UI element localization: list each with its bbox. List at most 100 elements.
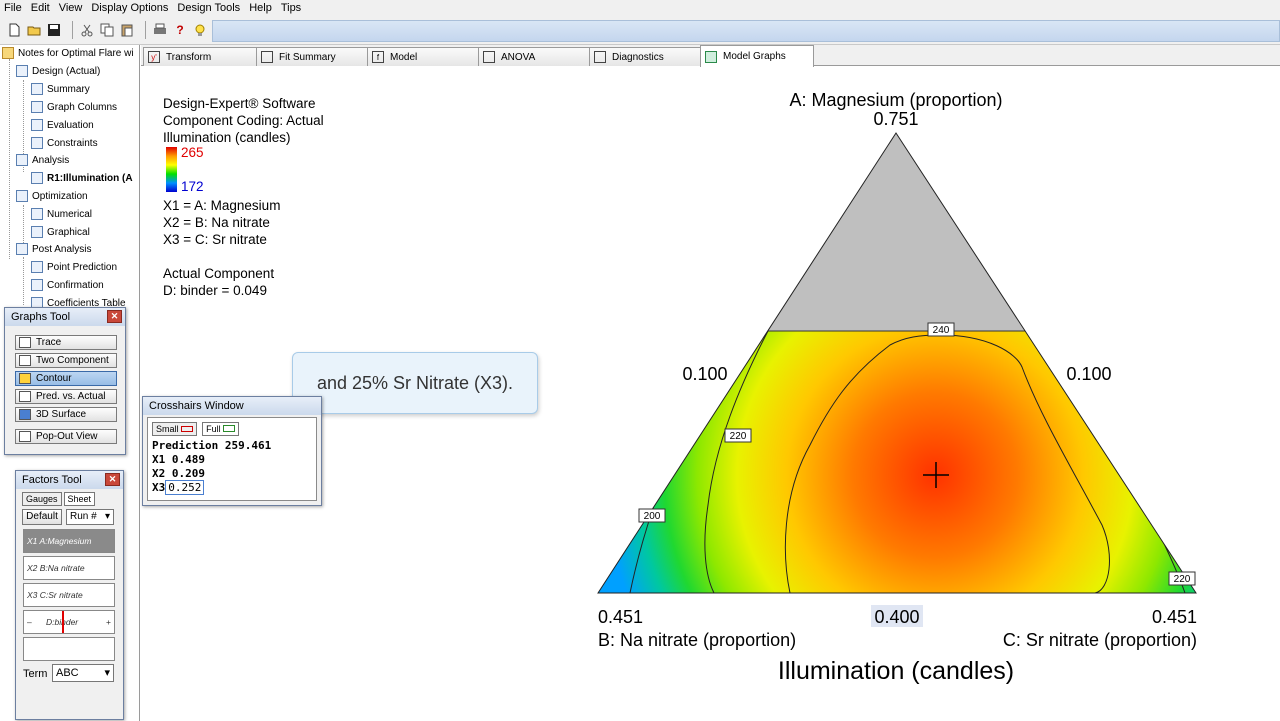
x3-label: X3 <box>152 481 166 494</box>
diagnostics-icon <box>594 51 606 63</box>
factor-row-x2[interactable]: X2 B:Na nitrate <box>23 556 115 580</box>
menu-edit[interactable]: Edit <box>31 2 50 14</box>
graph-columns-icon <box>31 101 43 113</box>
x3-value-field[interactable]: 0.252 <box>165 480 205 495</box>
toolbar-separator <box>72 21 73 39</box>
tree-item-analysis[interactable]: Analysis <box>16 152 69 168</box>
menu-view[interactable]: View <box>59 2 83 14</box>
close-icon[interactable]: ✕ <box>105 473 120 486</box>
3d-surface-icon <box>19 409 31 420</box>
analysis-icon <box>16 154 28 166</box>
close-icon[interactable]: ✕ <box>107 310 122 323</box>
toolbar-separator <box>145 21 146 39</box>
menu-display-options[interactable]: Display Options <box>91 2 168 14</box>
open-folder-icon[interactable] <box>26 22 42 38</box>
tree-item-summary[interactable]: Summary <box>31 81 90 97</box>
axis-a-title: A: Magnesium (proportion) <box>789 90 1002 110</box>
axis-c-value: 0.451 <box>1152 607 1197 627</box>
menu-help[interactable]: Help <box>249 2 272 14</box>
tree-connector <box>23 205 24 245</box>
menu-file[interactable]: File <box>4 2 22 14</box>
contour-button[interactable]: Contour <box>15 371 117 386</box>
menu-bar: File Edit View Display Options Design To… <box>0 0 1280 16</box>
contour-icon <box>19 373 31 384</box>
tab-diagnostics[interactable]: Diagnostics <box>589 47 703 66</box>
tree-item-graphical[interactable]: Graphical <box>31 224 90 240</box>
x3-label: X3 = C: Sr nitrate <box>163 232 267 247</box>
tree-item-constraints[interactable]: Constraints <box>31 135 98 151</box>
print-icon[interactable] <box>152 22 168 38</box>
tree-item-point-prediction[interactable]: Point Prediction <box>31 259 117 275</box>
gauge-empty-slot <box>23 637 115 661</box>
run-select[interactable]: Run # ▾ <box>66 509 114 525</box>
tree-item-optimization[interactable]: Optimization <box>16 188 88 204</box>
fit-summary-icon <box>261 51 273 63</box>
two-component-button[interactable]: Two Component <box>15 353 117 368</box>
numerical-icon <box>31 208 43 220</box>
small-view-icon <box>181 426 194 432</box>
tree-connector <box>23 257 24 305</box>
graph-legend: Design-Expert® Software Component Coding… <box>163 95 363 299</box>
pop-out-view-button[interactable]: Pop-Out View <box>15 429 117 444</box>
tab-model-graphs[interactable]: Model Graphs <box>700 45 814 67</box>
default-button[interactable]: Default <box>22 509 62 525</box>
gauges-tab[interactable]: Gauges <box>22 492 62 506</box>
cut-icon[interactable] <box>79 22 95 38</box>
binder-slider-handle[interactable] <box>62 611 64 633</box>
pred-vs-actual-button[interactable]: Pred. vs. Actual <box>15 389 117 404</box>
3d-surface-button[interactable]: 3D Surface <box>15 407 117 422</box>
color-scale-max: 265 <box>181 145 204 160</box>
tree-item-design[interactable]: Design (Actual) <box>16 63 100 79</box>
tab-fit-summary[interactable]: Fit Summary <box>256 47 370 66</box>
optimization-icon <box>16 190 28 202</box>
tab-transform[interactable]: y' Transform <box>143 47 257 66</box>
constraints-icon <box>31 137 43 149</box>
tab-anova[interactable]: ANOVA <box>478 47 592 66</box>
design-grid-icon <box>16 65 28 77</box>
tree-item-post-analysis[interactable]: Post Analysis <box>16 241 91 257</box>
crosshairs-title[interactable]: Crosshairs Window <box>143 397 321 415</box>
coding-label: Component Coding: Actual <box>163 113 324 128</box>
actual-component-label: Actual Component <box>163 266 275 281</box>
factors-tool-title[interactable]: Factors Tool ✕ <box>16 471 123 489</box>
crosshairs-window[interactable]: Crosshairs Window Small Full Prediction … <box>142 396 322 506</box>
tree-item-numerical[interactable]: Numerical <box>31 206 92 222</box>
axis-c-title: C: Sr nitrate (proportion) <box>1003 630 1197 650</box>
term-select[interactable]: ABC ▾ <box>52 664 114 682</box>
graphs-tool-title[interactable]: Graphs Tool ✕ <box>5 308 125 326</box>
response-icon <box>31 172 43 184</box>
help-icon[interactable]: ? <box>172 22 188 38</box>
graphs-tool-window[interactable]: Graphs Tool ✕ Trace Two Component Contour… <box>4 307 126 455</box>
axis-left-value: 0.100 <box>682 364 727 384</box>
contour-label-220-text: 220 <box>730 431 747 442</box>
menu-tips[interactable]: Tips <box>281 2 301 14</box>
sheet-tab[interactable]: Sheet <box>63 492 96 506</box>
contour-label-240-text: 240 <box>933 325 950 336</box>
factor-row-x3[interactable]: X3 C:Sr nitrate <box>23 583 115 607</box>
tab-model[interactable]: f Model <box>367 47 481 66</box>
tree-root[interactable]: Notes for Optimal Flare wi <box>2 45 134 61</box>
menu-design-tools[interactable]: Design Tools <box>177 2 240 14</box>
factor-row-x1[interactable]: X1 A:Magnesium <box>23 529 115 553</box>
save-icon[interactable] <box>46 22 62 38</box>
tree-item-confirmation[interactable]: Confirmation <box>31 277 104 293</box>
binder-gauge[interactable]: – D:binder + <box>23 610 115 634</box>
paste-icon[interactable] <box>119 22 135 38</box>
full-view-icon <box>223 425 236 432</box>
crosshairs-content: Small Full Prediction 259.461 X1 0.489 X… <box>147 417 317 501</box>
trace-button[interactable]: Trace <box>15 335 117 350</box>
transform-icon: y' <box>148 51 160 63</box>
tree-item-graph-columns[interactable]: Graph Columns <box>31 99 117 115</box>
factors-tool-window[interactable]: Factors Tool ✕ Gauges Sheet Default Run # ▾… <box>15 470 124 720</box>
tree-item-r1-illumination[interactable]: R1:Illumination (A <box>31 170 133 186</box>
ternary-contour-plot[interactable]: 240 220 200 220 A: Magnesium (proportion… <box>590 85 1230 695</box>
copy-icon[interactable] <box>99 22 115 38</box>
tree-item-evaluation[interactable]: Evaluation <box>31 117 94 133</box>
trace-icon <box>19 337 31 348</box>
tip-bulb-icon[interactable] <box>192 22 208 38</box>
full-view-button[interactable]: Full <box>202 422 240 436</box>
software-label: Design-Expert® Software <box>163 96 316 111</box>
new-file-icon[interactable] <box>6 22 22 38</box>
small-view-button[interactable]: Small <box>152 422 198 436</box>
tab-strip: y' Transform Fit Summary f Model ANOVA Dia… <box>141 45 1280 67</box>
